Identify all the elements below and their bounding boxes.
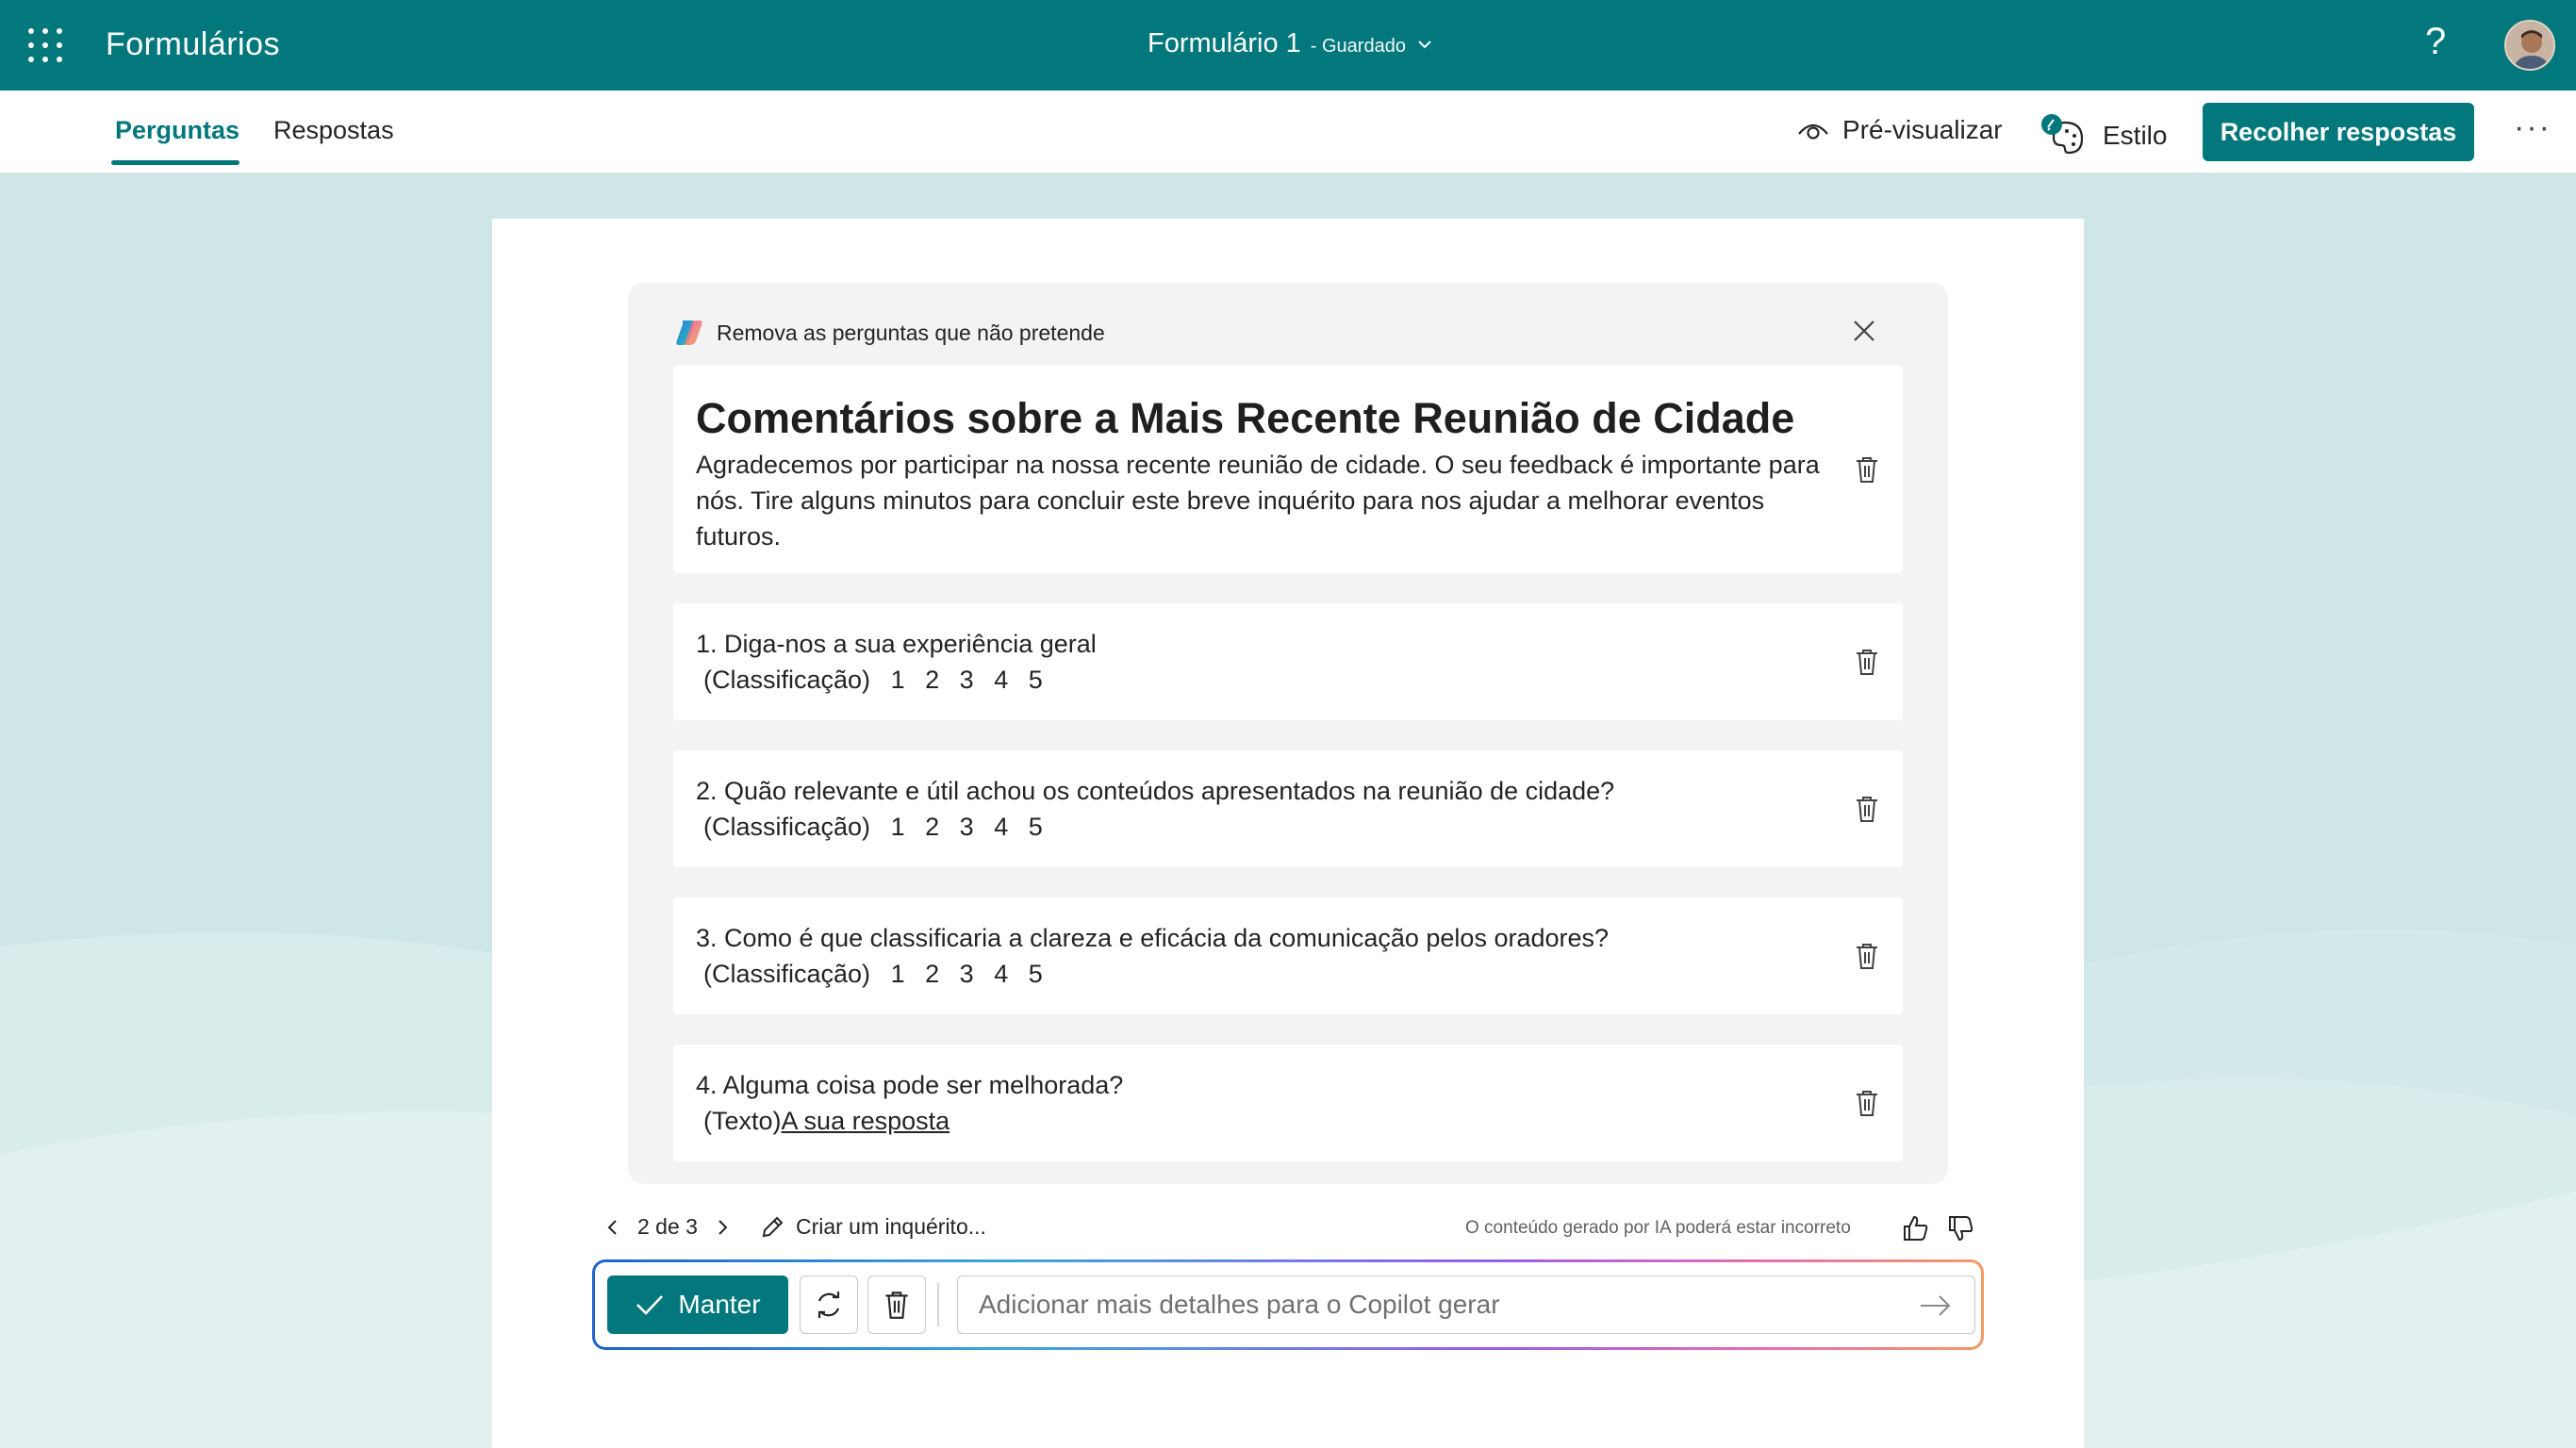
- rating-option: 1: [890, 666, 905, 694]
- pager-count: 2 de 3: [637, 1214, 698, 1239]
- question-type-label: (Texto): [703, 1107, 782, 1135]
- rating-option: 2: [925, 960, 940, 988]
- suggestion-pager: 2 de 3 Criar um inquérito...: [603, 1214, 986, 1240]
- discard-button[interactable]: [867, 1275, 926, 1334]
- ai-disclaimer: O conteúdo gerado por IA poderá estar in…: [1465, 1218, 1851, 1238]
- rating-option: 3: [959, 666, 974, 694]
- preview-button[interactable]: Pré-visualizar: [1797, 115, 2003, 145]
- trash-icon[interactable]: [1854, 941, 1880, 971]
- form-title: Comentários sobre a Mais Recente Reunião…: [696, 394, 1795, 442]
- rating-option: 1: [890, 960, 905, 988]
- copilot-hint: Remova as perguntas que não pretende: [673, 317, 1105, 349]
- trash-icon: [885, 1292, 908, 1319]
- active-tab-indicator: [111, 160, 239, 165]
- copilot-hint-text: Remova as perguntas que não pretende: [717, 320, 1105, 345]
- palette-icon: [2040, 113, 2088, 158]
- rating-option: 5: [1028, 666, 1043, 694]
- checkmark-icon: [636, 1295, 664, 1315]
- tab-respostas[interactable]: Respostas: [273, 116, 394, 145]
- question-card: 1. Diga-nos a sua experiência geral (Cla…: [673, 603, 1903, 720]
- thumbs-up-icon[interactable]: [1901, 1214, 1929, 1242]
- rating-option: 2: [925, 813, 940, 841]
- trash-icon[interactable]: [1854, 794, 1880, 824]
- copilot-input-bar-inner: Manter: [595, 1262, 1981, 1347]
- eye-icon: [1798, 123, 1828, 140]
- close-icon[interactable]: [1850, 317, 1878, 345]
- document-title[interactable]: Formulário 1 - Guardado: [1148, 28, 1434, 59]
- form-title-card: Comentários sobre a Mais Recente Reunião…: [673, 366, 1903, 573]
- preview-label: Pré-visualizar: [1842, 115, 2003, 144]
- send-arrow-icon[interactable]: [1919, 1292, 1953, 1319]
- avatar[interactable]: [2504, 20, 2555, 71]
- rating-option: 2: [925, 666, 940, 694]
- thumbs-down-icon[interactable]: [1946, 1214, 1974, 1242]
- copilot-logo-icon: [676, 321, 702, 345]
- copilot-input-bar: Manter: [592, 1259, 1984, 1350]
- question-type-label: (Classificação): [703, 960, 871, 988]
- create-survey-button[interactable]: Criar um inquérito...: [760, 1214, 986, 1240]
- question-type-label: (Classificação): [703, 813, 871, 841]
- question-text: 4. Alguma coisa pode ser melhorada?: [696, 1071, 1124, 1099]
- save-status: - Guardado: [1310, 36, 1406, 57]
- regenerate-button[interactable]: [800, 1275, 858, 1334]
- keep-button[interactable]: Manter: [607, 1275, 788, 1334]
- document-name: Formulário 1: [1148, 28, 1301, 58]
- question-text: 3. Como é que classificaria a clareza e …: [696, 924, 1610, 952]
- rating-option: 1: [890, 813, 905, 841]
- question-type: (Classificação) 1 2 3 4 5: [703, 960, 1043, 989]
- form-description: Agradecemos por participar na nossa rece…: [696, 451, 1820, 551]
- question-type: (Classificação) 1 2 3 4 5: [703, 666, 1043, 695]
- refresh-icon: [817, 1292, 840, 1318]
- trash-icon[interactable]: [1854, 647, 1880, 677]
- rating-option: 3: [959, 813, 974, 841]
- app-name[interactable]: Formulários: [106, 26, 280, 63]
- help-button[interactable]: ?: [2425, 21, 2446, 63]
- style-button[interactable]: Estilo: [2040, 113, 2167, 158]
- rating-option: 4: [994, 813, 1009, 841]
- tab-perguntas[interactable]: Perguntas: [115, 116, 239, 145]
- chevron-down-icon: [1418, 41, 1431, 49]
- collect-responses-button[interactable]: Recolher respostas: [2203, 103, 2474, 161]
- rating-option: 5: [1028, 813, 1043, 841]
- keep-label: Manter: [678, 1290, 761, 1319]
- question-card: 3. Como é que classificaria a clareza e …: [673, 897, 1903, 1014]
- divider: [937, 1283, 939, 1326]
- question-text: 2. Quão relevante e útil achou os conteú…: [696, 777, 1615, 805]
- style-label: Estilo: [2103, 121, 2168, 150]
- rating-option: 4: [994, 960, 1009, 988]
- more-options-button[interactable]: ···: [2514, 109, 2551, 146]
- question-type: (Classificação) 1 2 3 4 5: [703, 813, 1043, 842]
- create-survey-label: Criar um inquérito...: [795, 1214, 986, 1239]
- question-type: (Texto)A sua resposta: [703, 1107, 949, 1136]
- question-text: 1. Diga-nos a sua experiência geral: [696, 630, 1097, 658]
- copilot-panel: Remova as perguntas que não pretende Com…: [628, 283, 1948, 1184]
- app-launcher-icon[interactable]: [28, 28, 62, 62]
- trash-icon[interactable]: [1854, 454, 1880, 485]
- app-bar: Formulários Formulário 1 - Guardado ?: [0, 0, 2576, 90]
- copilot-prompt-input[interactable]: [957, 1275, 1975, 1334]
- question-card: 2. Quão relevante e útil achou os conteú…: [673, 750, 1903, 867]
- question-card: 4. Alguma coisa pode ser melhorada? (Tex…: [673, 1045, 1903, 1161]
- answer-placeholder: A sua resposta: [781, 1107, 950, 1135]
- pencil-icon: [762, 1216, 784, 1237]
- sub-navigation: Perguntas Respostas Pré-visualizar Estil…: [0, 90, 2576, 173]
- chevron-right-icon[interactable]: [713, 1216, 732, 1239]
- rating-option: 4: [994, 666, 1009, 694]
- user-avatar-icon: [2506, 22, 2553, 69]
- chevron-left-icon[interactable]: [603, 1216, 622, 1239]
- trash-icon[interactable]: [1854, 1088, 1880, 1118]
- rating-option: 3: [959, 960, 974, 988]
- question-type-label: (Classificação): [703, 666, 871, 694]
- rating-option: 5: [1028, 960, 1043, 988]
